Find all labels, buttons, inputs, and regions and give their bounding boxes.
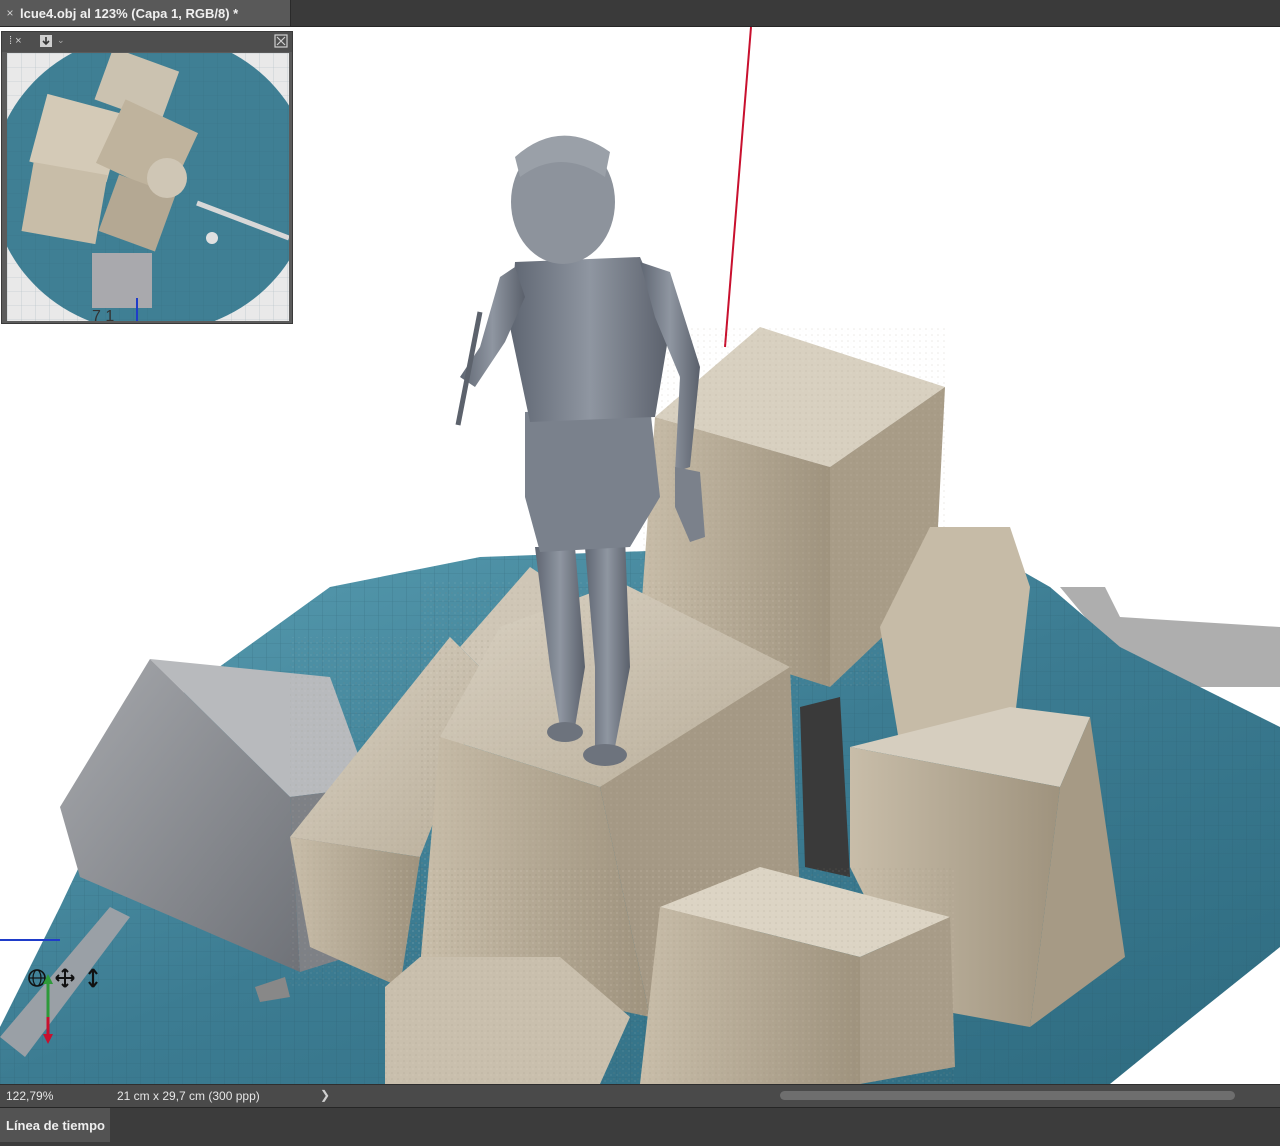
zoom-level[interactable]: 122,79% (6, 1089, 53, 1103)
navigator-panel[interactable]: ⁞ × ⌄ 7 1 (1, 31, 293, 324)
status-bar: 122,79% 21 cm x 29,7 cm (300 ppp) ❯ (0, 1084, 1280, 1107)
chevron-down-icon[interactable]: ⌄ (57, 35, 65, 46)
y-axis-line (724, 27, 752, 348)
navigator-thumbnail: 7 1 (7, 53, 289, 321)
axis-gizmo (43, 974, 53, 1044)
document-tab-bar: × lcue4.obj al 123% (Capa 1, RGB/8) * (0, 0, 1280, 27)
status-menu-arrow[interactable]: ❯ (320, 1088, 330, 1102)
stone-texture (385, 867, 955, 1084)
navigator-grip[interactable]: ⁞ × (9, 35, 22, 47)
navigator-overlay-text: 7 1 (92, 308, 114, 321)
camera-view-icon[interactable] (39, 34, 53, 48)
top-view-render: 7 1 (7, 53, 289, 321)
close-tab-icon[interactable]: × (0, 6, 20, 20)
dolly-icon[interactable] (83, 968, 103, 988)
document-tab-title: lcue4.obj al 123% (Capa 1, RGB/8) * (20, 5, 239, 21)
horizontal-scrollbar[interactable] (780, 1091, 1235, 1100)
navigator-header: ⁞ × ⌄ (2, 32, 292, 52)
timeline-panel: Línea de tiempo (0, 1107, 1280, 1146)
expand-icon[interactable] (274, 34, 288, 48)
document-tab[interactable]: × lcue4.obj al 123% (Capa 1, RGB/8) * (0, 0, 291, 26)
document-size: 21 cm x 29,7 cm (300 ppp) (117, 1089, 260, 1103)
timeline-tab[interactable]: Línea de tiempo (0, 1108, 110, 1142)
